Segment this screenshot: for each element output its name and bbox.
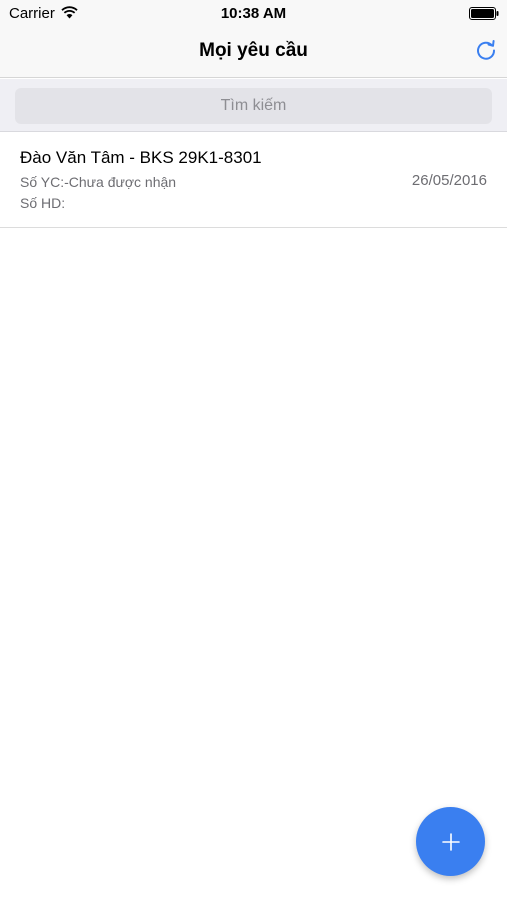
request-number: Số YC:-Chưa được nhận [20, 174, 177, 190]
search-input[interactable] [15, 88, 492, 124]
plus-icon [441, 832, 460, 851]
clock: 10:38 AM [220, 5, 287, 22]
request-date: 26/05/2016 [411, 172, 487, 189]
page-title: Mọi yêu cầu [199, 40, 308, 61]
request-list: Đào Văn Tâm - BKS 29K1-8301 Số YC:-Chưa … [0, 133, 507, 228]
request-title: Đào Văn Tâm - BKS 29K1-8301 [20, 148, 262, 167]
refresh-button[interactable] [473, 36, 499, 64]
status-bar: Carrier 10:38 AM [0, 0, 507, 28]
battery-icon [469, 7, 499, 20]
navigation-bar: Mọi yêu cầu [0, 28, 507, 78]
refresh-icon [477, 40, 496, 60]
search-bar [0, 79, 507, 132]
add-request-button[interactable] [416, 807, 485, 876]
contract-number: Số HD: [20, 195, 66, 211]
list-item[interactable]: Đào Văn Tâm - BKS 29K1-8301 Số YC:-Chưa … [0, 133, 507, 228]
screen: Carrier 10:38 AM Mọi yêu cầu Tìm kiếm Đà… [0, 0, 507, 900]
